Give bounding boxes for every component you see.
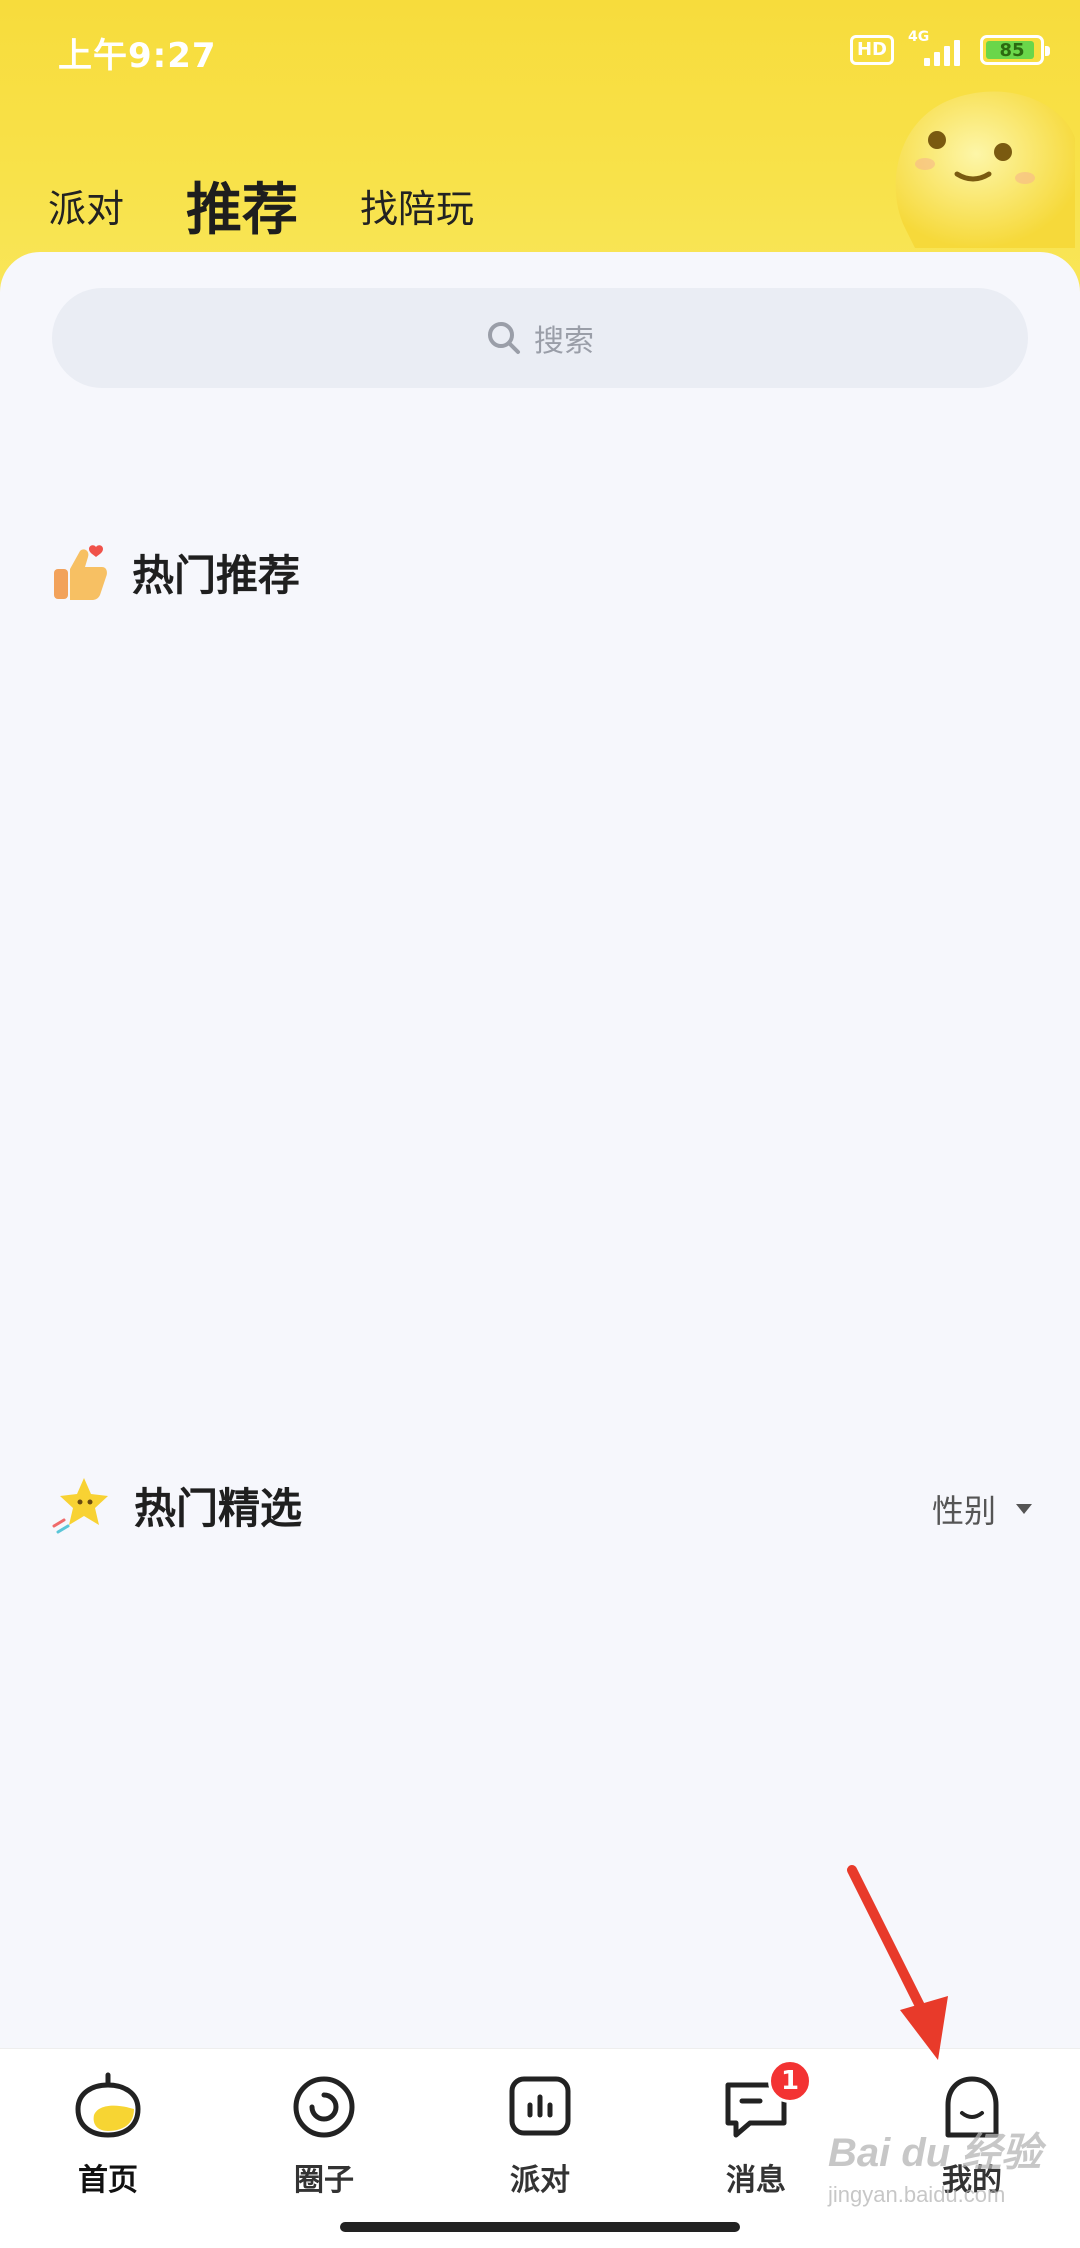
tab-find-companion[interactable]: 找陪玩 xyxy=(360,178,474,233)
circle-icon xyxy=(293,2076,355,2138)
section-title-hot-picks: 热门精选 xyxy=(134,1483,303,1533)
watermark-url: jingyan.baidu.com xyxy=(828,2182,1006,2207)
status-indicators: HD 4G 85 xyxy=(849,30,1050,70)
battery-icon: 85 xyxy=(980,35,1050,65)
search-placeholder: 搜索 xyxy=(534,324,594,359)
section-hot-recommend: 热门推荐 xyxy=(50,542,300,603)
section-title-hot-recommend: 热门推荐 xyxy=(132,551,301,600)
party-icon xyxy=(509,2076,571,2136)
gender-filter-dropdown[interactable]: 性别 xyxy=(932,1486,1032,1532)
hd-icon: HD xyxy=(849,35,894,65)
watermark: Bai du 经验 jingyan.baidu.com xyxy=(828,2120,1058,2230)
gender-filter-label: 性别 xyxy=(931,1492,996,1530)
watermark-brand: Bai du 经验 xyxy=(828,2131,1042,2175)
nav-party[interactable]: 派对 xyxy=(440,2049,640,2248)
nav-circle[interactable]: 圈子 xyxy=(224,2049,424,2248)
battery-level: 85 xyxy=(999,39,1025,61)
top-tab-bar: 派对 推荐 找陪玩 xyxy=(48,160,536,250)
status-time: 上午9:27 xyxy=(58,36,217,76)
home-indicator[interactable] xyxy=(340,2222,740,2232)
caret-down-icon xyxy=(1016,1504,1032,1514)
nav-home[interactable]: 首页 xyxy=(8,2049,208,2248)
nav-party-label: 派对 xyxy=(510,2163,570,2198)
nav-messages[interactable]: 1 消息 xyxy=(656,2049,856,2248)
content-area: 搜索 热门推荐 热门精选 性别 xyxy=(0,252,1080,2048)
nav-circle-label: 圈子 xyxy=(294,2163,354,2198)
tab-party[interactable]: 派对 xyxy=(48,178,124,233)
search-input[interactable]: 搜索 xyxy=(52,288,1028,388)
signal-icon: 4G xyxy=(908,30,966,70)
nav-home-label: 首页 xyxy=(78,2163,138,2198)
mascot-icon xyxy=(895,91,1075,248)
section-hot-picks: 热门精选 xyxy=(50,1474,302,1536)
message-badge: 1 xyxy=(768,2059,812,2103)
thumbs-up-icon xyxy=(54,544,107,600)
search-icon xyxy=(488,322,520,354)
nav-messages-label: 消息 xyxy=(726,2163,786,2198)
star-icon xyxy=(52,1478,108,1534)
app-screen: 上午9:27 HD 4G 85 派对 推荐 找陪玩 搜索 热门推荐 热门精选 性… xyxy=(0,0,1080,2248)
annotation-arrow-icon xyxy=(847,1865,948,2060)
tab-recommend[interactable]: 推荐 xyxy=(186,165,298,246)
home-icon xyxy=(75,2072,141,2138)
